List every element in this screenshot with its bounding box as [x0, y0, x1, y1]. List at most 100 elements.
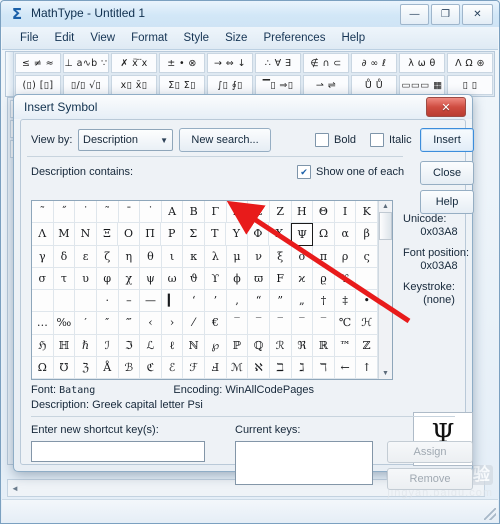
symbol-cell[interactable]: π [313, 245, 335, 268]
symbol-cell[interactable]: ϕ [226, 267, 249, 290]
symbol-cell[interactable]: ‰ [53, 312, 76, 335]
toolbar-grip[interactable] [6, 52, 14, 96]
symbol-cell[interactable] [75, 290, 97, 313]
toolbar-palette-button[interactable]: λ ω θ [399, 53, 445, 73]
symbol-cell[interactable]: Β [183, 201, 205, 224]
symbol-cell[interactable]: Δ [226, 201, 249, 224]
symbol-cell[interactable]: Ξ [96, 223, 119, 246]
assign-button[interactable]: Assign [387, 441, 473, 463]
symbol-cell[interactable]: ℷ [291, 356, 314, 379]
symbol-grid-scrollbar[interactable]: ▲ ▼ [378, 201, 392, 379]
symbol-cell[interactable]: ‚ [226, 290, 249, 313]
symbol-cell[interactable]: ξ [269, 245, 292, 268]
symbol-cell[interactable]: Τ [204, 223, 227, 246]
symbol-cell[interactable]: ℭ [140, 356, 162, 379]
symbol-cell[interactable]: ℏ [75, 334, 97, 357]
symbol-cell[interactable]: • [356, 290, 378, 313]
menu-item-format[interactable]: Format [123, 30, 175, 46]
symbol-cell[interactable]: ℧ [53, 356, 76, 379]
symbol-cell[interactable]: ↑ [356, 356, 378, 379]
symbol-cell[interactable]: Η [291, 201, 314, 224]
symbol-cell[interactable]: – [118, 290, 141, 313]
symbol-cell[interactable]: Ζ [269, 201, 292, 224]
symbol-cell[interactable]: ˜ [96, 201, 119, 224]
symbol-cell[interactable]: ▎ [161, 290, 184, 313]
symbol-cell[interactable]: Λ [32, 223, 54, 246]
symbol-cell[interactable]: ζ [96, 245, 119, 268]
symbol-cell[interactable]: Ⅎ [205, 356, 227, 379]
view-by-select[interactable]: Description ▼ [78, 129, 173, 151]
new-search-button[interactable]: New search... [179, 128, 271, 152]
symbol-cell[interactable]: ‾ [248, 312, 270, 335]
symbol-cell[interactable]: ℬ [118, 356, 141, 379]
symbol-cell[interactable]: ← [334, 356, 357, 379]
symbol-cell[interactable]: Ω [313, 223, 335, 246]
symbol-cell[interactable]: θ [140, 245, 162, 268]
symbol-cell[interactable]: Μ [53, 223, 76, 246]
symbol-cell[interactable]: γ [32, 245, 54, 268]
symbol-cell[interactable]: ε [75, 245, 97, 268]
symbol-cell[interactable]: Κ [356, 201, 378, 224]
symbol-cell[interactable]: Α [161, 201, 184, 224]
symbol-cell[interactable]: ℚ [248, 334, 270, 357]
toolbar-palette-button[interactable]: ≤ ≠ ≈ [15, 53, 61, 73]
symbol-cell[interactable]: ι [161, 245, 184, 268]
symbol-cell[interactable]: Π [139, 223, 162, 246]
symbol-cell[interactable]: λ [205, 245, 227, 268]
menu-item-size[interactable]: Size [217, 30, 255, 46]
scroll-down-icon[interactable]: ▼ [382, 368, 389, 379]
symbol-cell[interactable]: ϒ [205, 267, 227, 290]
menu-item-style[interactable]: Style [176, 30, 218, 46]
resize-grip[interactable] [484, 508, 496, 520]
symbol-cell[interactable]: ℱ [183, 356, 205, 379]
toolbar-palette-button[interactable]: ▯ ▯ [447, 75, 493, 95]
italic-checkbox[interactable]: Italic [370, 133, 412, 147]
symbol-cell[interactable]: Ο [118, 223, 140, 246]
toolbar-palette-button[interactable]: ▯/▯ √▯ [63, 75, 109, 95]
symbol-cell[interactable]: Φ [247, 223, 270, 246]
symbol-cell[interactable]: ” [269, 290, 292, 313]
show-one-of-each-checkbox[interactable]: ✔ Show one of each [297, 165, 404, 179]
symbol-cell[interactable]: ˝ [53, 201, 76, 224]
toolbar-palette-button[interactable]: ∉ ∩ ⊂ [303, 53, 349, 73]
symbol-cell[interactable]: „ [291, 290, 314, 313]
menu-item-preferences[interactable]: Preferences [255, 30, 333, 46]
symbol-cell[interactable]: δ [53, 245, 76, 268]
scrollbar-thumb[interactable] [379, 212, 392, 240]
symbol-cell[interactable]: ω [161, 267, 184, 290]
toolbar-palette-button[interactable]: → ⇔ ↓ [207, 53, 253, 73]
toolbar-palette-button[interactable]: ± • ⊗ [159, 53, 205, 73]
symbol-cell[interactable]: ‹ [140, 312, 162, 335]
symbol-cell[interactable]: σ [32, 267, 54, 290]
symbol-cell[interactable]: α [334, 223, 357, 246]
symbol-cell[interactable]: ™ [334, 334, 357, 357]
symbol-cell[interactable]: € [205, 312, 227, 335]
toolbar-palette-button[interactable]: ∂ ∞ ℓ [351, 53, 397, 73]
symbol-cell[interactable]: Å [96, 356, 119, 379]
symbol-cell[interactable]: ’ [205, 290, 227, 313]
menu-item-edit[interactable]: Edit [47, 30, 83, 46]
minimize-button[interactable]: — [400, 4, 429, 25]
symbol-cell[interactable]: χ [118, 267, 141, 290]
symbol-cell[interactable]: Ψ [290, 223, 314, 246]
close-text-button[interactable]: Close [420, 161, 474, 185]
symbol-cell[interactable]: ℤ [356, 334, 378, 357]
symbol-cell[interactable] [32, 290, 54, 313]
dialog-close-icon[interactable]: ✕ [426, 97, 466, 117]
symbol-cell[interactable]: ″ [96, 312, 119, 335]
symbol-cell[interactable]: ℒ [140, 334, 162, 357]
toolbar-palette-button[interactable]: ∴ ∀ ∃ [255, 53, 301, 73]
symbol-cell[interactable]: υ [75, 267, 97, 290]
symbol-cell[interactable]: ℶ [269, 356, 292, 379]
symbol-cell[interactable]: ℛ [269, 334, 292, 357]
toolbar-palette-button[interactable]: Λ Ω ⊛ [447, 53, 493, 73]
toolbar-palette-button[interactable]: ✗ ẍ ⃛x [111, 53, 157, 73]
symbol-cell[interactable]: — [140, 290, 162, 313]
symbol-cell[interactable]: η [118, 245, 141, 268]
bold-checkbox[interactable]: Bold [315, 133, 356, 147]
symbol-cell[interactable]: β [356, 223, 378, 246]
symbol-cell[interactable]: ℍ [53, 334, 76, 357]
symbol-cell[interactable]: Ρ [161, 223, 183, 246]
symbol-cell[interactable]: κ [183, 245, 205, 268]
toolbar-palette-button[interactable]: (▯) [▯] [15, 75, 61, 95]
